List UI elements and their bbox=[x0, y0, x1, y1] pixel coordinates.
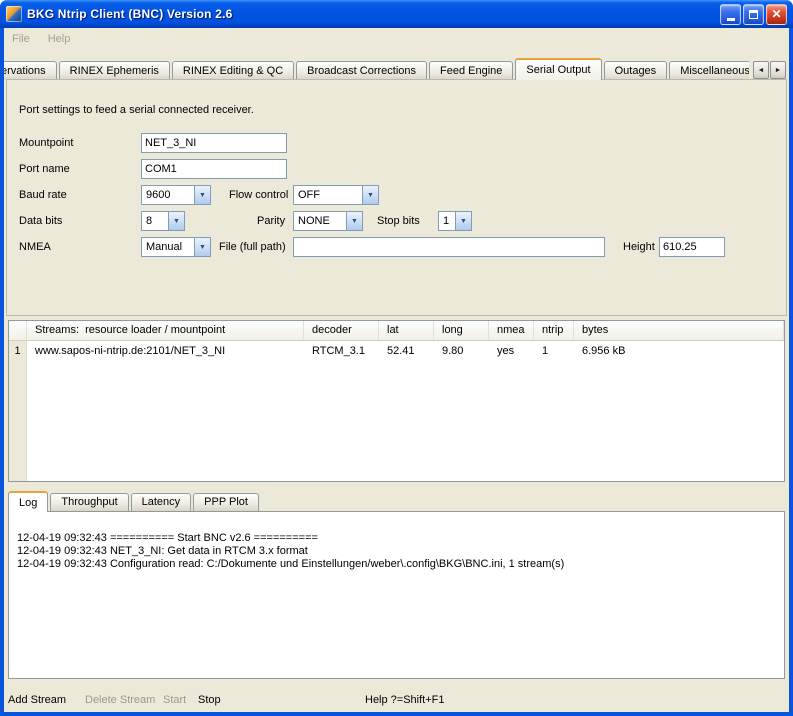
chevron-down-icon: ▼ bbox=[194, 186, 210, 204]
table-row[interactable]: 1 www.sapos-ni-ntrip.de:2101/NET_3_NI RT… bbox=[9, 341, 784, 361]
header-long[interactable]: long bbox=[434, 321, 489, 341]
tab-feed-engine[interactable]: Feed Engine bbox=[429, 61, 513, 80]
arrow-left-icon: ◄ bbox=[758, 67, 765, 74]
bottom-tab-bar: Log Throughput Latency PPP Plot bbox=[8, 490, 261, 511]
flow-control-value: OFF bbox=[294, 186, 362, 204]
delete-stream-button[interactable]: Delete Stream bbox=[85, 692, 155, 708]
cell-ntrip: 1 bbox=[534, 341, 574, 361]
title-bar[interactable]: BKG Ntrip Client (BNC) Version 2.6 ✕ bbox=[0, 0, 793, 28]
tab-log[interactable]: Log bbox=[8, 491, 48, 512]
flow-control-select[interactable]: OFF ▼ bbox=[293, 185, 379, 205]
parity-value: NONE bbox=[294, 212, 346, 230]
menu-file[interactable]: File bbox=[12, 33, 30, 45]
chevron-down-icon: ▼ bbox=[362, 186, 378, 204]
help-button[interactable]: Help ?=Shift+F1 bbox=[365, 692, 445, 708]
port-name-input[interactable] bbox=[141, 159, 287, 179]
stop-bits-value: 1 bbox=[439, 212, 455, 230]
chevron-down-icon: ▼ bbox=[168, 212, 184, 230]
tab-scroll-right-button[interactable]: ► bbox=[770, 61, 786, 79]
header-decoder[interactable]: decoder bbox=[304, 321, 379, 341]
minimize-button[interactable] bbox=[720, 4, 741, 25]
action-bar: Add Stream Delete Stream Start Stop Help… bbox=[4, 688, 789, 712]
tab-rinex-editing-qc[interactable]: RINEX Editing & QC bbox=[172, 61, 294, 80]
mountpoint-label: Mountpoint bbox=[19, 133, 73, 153]
chevron-down-icon: ▼ bbox=[346, 212, 362, 230]
tab-latency[interactable]: Latency bbox=[131, 493, 192, 511]
chevron-down-icon: ▼ bbox=[455, 212, 471, 230]
baud-rate-label: Baud rate bbox=[19, 185, 67, 205]
chevron-down-icon: ▼ bbox=[194, 238, 210, 256]
close-icon: ✕ bbox=[771, 8, 781, 20]
maximize-button[interactable] bbox=[743, 4, 764, 25]
stop-bits-select[interactable]: 1 ▼ bbox=[438, 211, 472, 231]
app-icon[interactable] bbox=[6, 6, 22, 22]
tab-miscellaneous[interactable]: Miscellaneous bbox=[669, 61, 749, 80]
cell-lat: 52.41 bbox=[379, 341, 434, 361]
height-input[interactable] bbox=[659, 237, 725, 257]
row-number-gutter bbox=[9, 341, 27, 481]
header-ntrip[interactable]: ntrip bbox=[534, 321, 574, 341]
port-name-label: Port name bbox=[19, 159, 70, 179]
mountpoint-input[interactable] bbox=[141, 133, 287, 153]
streams-header-row: Streams: resource loader / mountpoint de… bbox=[9, 321, 784, 341]
tab-rinex-ephemeris[interactable]: RINEX Ephemeris bbox=[59, 61, 170, 80]
top-tab-bar: ervations RINEX Ephemeris RINEX Editing … bbox=[4, 57, 749, 80]
cell-nmea: yes bbox=[489, 341, 534, 361]
parity-select[interactable]: NONE ▼ bbox=[293, 211, 363, 231]
header-corner bbox=[9, 321, 27, 341]
window-controls: ✕ bbox=[720, 4, 787, 25]
stop-button[interactable]: Stop bbox=[198, 692, 221, 708]
minimize-icon bbox=[727, 18, 735, 21]
header-nmea[interactable]: nmea bbox=[489, 321, 534, 341]
client-area: File Help ervations RINEX Ephemeris RINE… bbox=[4, 28, 789, 712]
row-number: 1 bbox=[9, 341, 27, 361]
streams-table: Streams: resource loader / mountpoint de… bbox=[8, 320, 785, 482]
nmea-value: Manual bbox=[142, 238, 194, 256]
tab-ppp-plot[interactable]: PPP Plot bbox=[193, 493, 259, 511]
cell-long: 9.80 bbox=[434, 341, 489, 361]
cell-bytes: 6.956 kB bbox=[574, 341, 784, 361]
file-path-label: File (full path) bbox=[219, 237, 286, 257]
header-mountpoint[interactable]: Streams: resource loader / mountpoint bbox=[27, 321, 304, 341]
tab-observations[interactable]: ervations bbox=[4, 61, 57, 80]
log-output[interactable]: 12-04-19 09:32:43 ========== Start BNC v… bbox=[8, 511, 785, 679]
cell-mountpoint: www.sapos-ni-ntrip.de:2101/NET_3_NI bbox=[27, 341, 304, 361]
window-title: BKG Ntrip Client (BNC) Version 2.6 bbox=[27, 7, 720, 21]
tab-throughput[interactable]: Throughput bbox=[50, 493, 128, 511]
header-bytes[interactable]: bytes bbox=[574, 321, 784, 341]
tab-outages[interactable]: Outages bbox=[604, 61, 668, 80]
data-bits-label: Data bits bbox=[19, 211, 62, 231]
parity-label: Parity bbox=[257, 211, 285, 231]
menu-bar: File Help bbox=[4, 28, 789, 50]
start-button[interactable]: Start bbox=[163, 692, 186, 708]
flow-control-label: Flow control bbox=[229, 185, 288, 205]
data-bits-select[interactable]: 8 ▼ bbox=[141, 211, 185, 231]
close-button[interactable]: ✕ bbox=[766, 4, 787, 25]
pane-description: Port settings to feed a serial connected… bbox=[19, 100, 254, 120]
log-line: 12-04-19 09:32:43 Configuration read: C:… bbox=[17, 558, 776, 571]
tab-broadcast-corrections[interactable]: Broadcast Corrections bbox=[296, 61, 427, 80]
arrow-right-icon: ► bbox=[775, 67, 782, 74]
tab-serial-output[interactable]: Serial Output bbox=[515, 58, 601, 80]
tab-scroll-left-button[interactable]: ◄ bbox=[753, 61, 769, 79]
height-label: Height bbox=[623, 237, 655, 257]
cell-decoder: RTCM_3.1 bbox=[304, 341, 379, 361]
tab-scrollers: ◄ ► bbox=[753, 61, 786, 79]
header-lat[interactable]: lat bbox=[379, 321, 434, 341]
serial-output-pane: Port settings to feed a serial connected… bbox=[6, 79, 787, 316]
file-path-input[interactable] bbox=[293, 237, 605, 257]
maximize-icon bbox=[749, 10, 758, 19]
log-line: 12-04-19 09:32:43 ========== Start BNC v… bbox=[17, 532, 776, 545]
app-window: BKG Ntrip Client (BNC) Version 2.6 ✕ Fil… bbox=[0, 0, 793, 716]
add-stream-button[interactable]: Add Stream bbox=[8, 692, 66, 708]
menu-help[interactable]: Help bbox=[48, 33, 71, 45]
nmea-select[interactable]: Manual ▼ bbox=[141, 237, 211, 257]
log-line: 12-04-19 09:32:43 NET_3_NI: Get data in … bbox=[17, 545, 776, 558]
data-bits-value: 8 bbox=[142, 212, 168, 230]
baud-rate-select[interactable]: 9600 ▼ bbox=[141, 185, 211, 205]
stop-bits-label: Stop bits bbox=[377, 211, 420, 231]
nmea-label: NMEA bbox=[19, 237, 51, 257]
baud-rate-value: 9600 bbox=[142, 186, 194, 204]
